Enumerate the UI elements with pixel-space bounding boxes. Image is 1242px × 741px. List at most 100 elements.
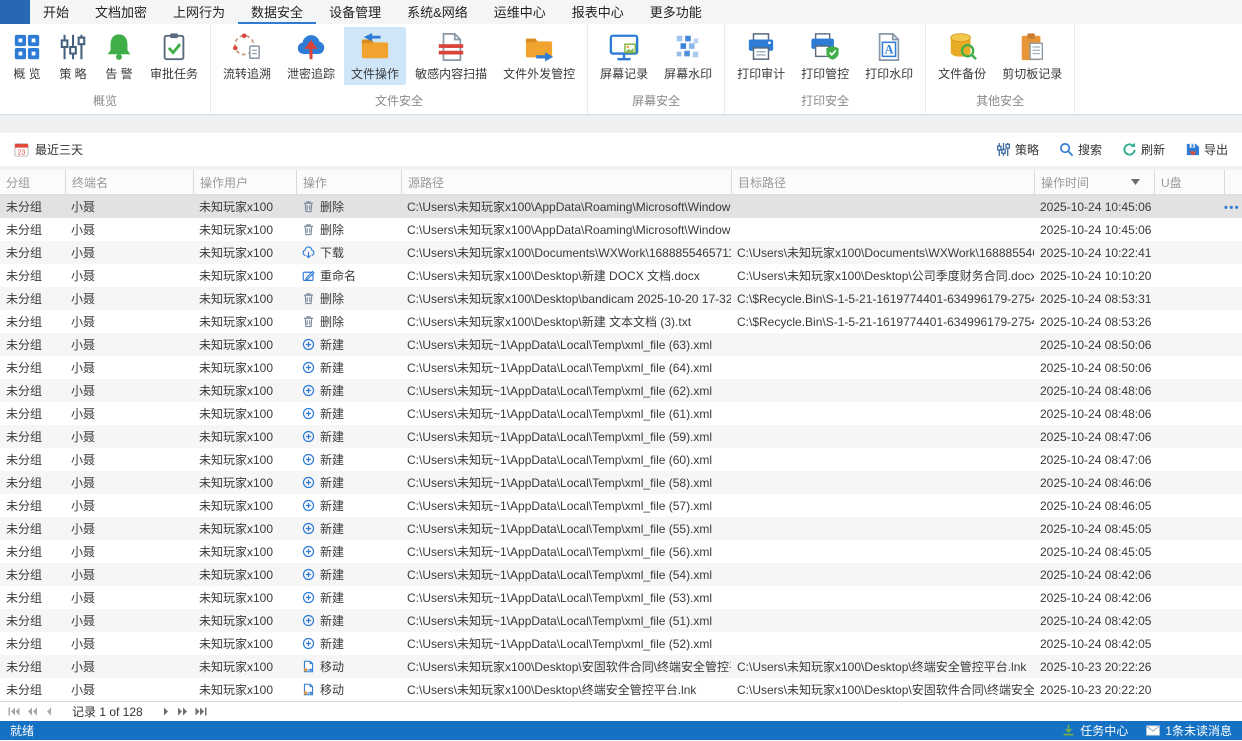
table-row[interactable]: 未分组小聂未知玩家x100新建C:\Users\未知玩~1\AppData\Lo… xyxy=(0,517,1242,540)
cell-more xyxy=(1224,540,1242,563)
cell-group: 未分组 xyxy=(0,655,65,678)
column-header-label: U盘 xyxy=(1161,174,1182,191)
toolbar-action-search[interactable]: 搜索 xyxy=(1059,141,1102,158)
ribbon-item-print-control[interactable]: 打印管控 xyxy=(794,27,856,85)
table-row[interactable]: 未分组小聂未知玩家x100新建C:\Users\未知玩~1\AppData\Lo… xyxy=(0,609,1242,632)
column-header-4[interactable]: 源路径 xyxy=(401,170,731,194)
unread-messages-button[interactable]: 1条未读消息 xyxy=(1146,722,1232,739)
menu-tab-4[interactable]: 设备管理 xyxy=(316,0,394,24)
cell-source-path: C:\Users\未知玩~1\AppData\Local\Temp\xml_fi… xyxy=(401,356,731,379)
file-operation-icon xyxy=(360,31,390,63)
table-row[interactable]: 未分组小聂未知玩家x100移动C:\Users\未知玩家x100\Desktop… xyxy=(0,678,1242,701)
date-filter[interactable]: 23 最近三天 xyxy=(14,141,83,158)
table-row[interactable]: 未分组小聂未知玩家x100新建C:\Users\未知玩~1\AppData\Lo… xyxy=(0,540,1242,563)
pager-next-page-icon[interactable] xyxy=(177,707,188,716)
ribbon-item-file-outgoing[interactable]: 文件外发管控 xyxy=(496,27,582,85)
table-row[interactable]: 未分组小聂未知玩家x100删除C:\Users\未知玩家x100\Desktop… xyxy=(0,310,1242,333)
pager-prev-page-icon[interactable] xyxy=(27,707,38,716)
menu-tab-8[interactable]: 更多功能 xyxy=(637,0,715,24)
pager-first-icon[interactable] xyxy=(8,707,20,716)
table-row[interactable]: 未分组小聂未知玩家x100新建C:\Users\未知玩~1\AppData\Lo… xyxy=(0,586,1242,609)
cell-source-path: C:\Users\未知玩家x100\Documents\WXWork\16888… xyxy=(401,241,731,264)
cell-more xyxy=(1224,241,1242,264)
ribbon-item-print-watermark[interactable]: A打印水印 xyxy=(858,27,920,85)
cell-operation-user: 未知玩家x100 xyxy=(193,471,296,494)
toolbar-action-export[interactable]: 导出 xyxy=(1185,141,1228,158)
cell-target-path xyxy=(731,356,1034,379)
ribbon-item-sensitive-scan[interactable]: 敏感内容扫描 xyxy=(408,27,494,85)
ribbon-item-policy-sliders[interactable]: 策 略 xyxy=(51,27,95,85)
pager-last-icon[interactable] xyxy=(195,707,207,716)
ribbon-item-clipboard-record[interactable]: 剪切板记录 xyxy=(995,27,1069,85)
ribbon-item-file-operation[interactable]: 文件操作 xyxy=(344,27,406,85)
ribbon-item-leak-trace[interactable]: 泄密追踪 xyxy=(280,27,342,85)
pager-next-icon[interactable] xyxy=(162,707,170,716)
operation-label: 新建 xyxy=(320,589,344,606)
ribbon-item-screen-watermark[interactable]: 屏幕水印 xyxy=(657,27,719,85)
cell-operation-time: 2025-10-24 10:45:06 xyxy=(1034,218,1154,241)
table-row[interactable]: 未分组小聂未知玩家x100新建C:\Users\未知玩~1\AppData\Lo… xyxy=(0,333,1242,356)
ribbon-item-print-audit[interactable]: 打印审计 xyxy=(730,27,792,85)
column-header-6[interactable]: 操作时间 xyxy=(1034,170,1154,194)
cell-terminal-name: 小聂 xyxy=(65,379,193,402)
cell-operation-time: 2025-10-24 08:45:05 xyxy=(1034,517,1154,540)
cell-operation-user: 未知玩家x100 xyxy=(193,678,296,701)
ribbon-item-alarm-bell[interactable]: 告 警 xyxy=(97,27,141,85)
cell-operation: 新建 xyxy=(296,586,401,609)
menu-tab-7[interactable]: 报表中心 xyxy=(559,0,637,24)
task-center-button[interactable]: 任务中心 xyxy=(1062,722,1128,739)
column-header-7[interactable]: U盘 xyxy=(1154,170,1224,194)
table-row[interactable]: 未分组小聂未知玩家x100删除C:\Users\未知玩家x100\AppData… xyxy=(0,218,1242,241)
table-row[interactable]: 未分组小聂未知玩家x100新建C:\Users\未知玩~1\AppData\Lo… xyxy=(0,379,1242,402)
menu-tab-2[interactable]: 上网行为 xyxy=(160,0,238,24)
ribbon-item-screen-record[interactable]: 屏幕记录 xyxy=(593,27,655,85)
menu-tab-0[interactable]: 开始 xyxy=(30,0,82,24)
column-header-5[interactable]: 目标路径 xyxy=(731,170,1034,194)
column-header-0[interactable]: 分组 xyxy=(0,170,65,194)
ribbon-group-items-2: 屏幕记录屏幕水印 xyxy=(592,24,720,91)
toolbar-action-refresh[interactable]: 刷新 xyxy=(1122,141,1165,158)
ribbon-item-label: 屏幕水印 xyxy=(664,65,712,82)
table-row[interactable]: 未分组小聂未知玩家x100新建C:\Users\未知玩~1\AppData\Lo… xyxy=(0,448,1242,471)
table-row[interactable]: 未分组小聂未知玩家x100删除C:\Users\未知玩家x100\Desktop… xyxy=(0,287,1242,310)
operation-label: 新建 xyxy=(320,566,344,583)
table-row[interactable]: 未分组小聂未知玩家x100新建C:\Users\未知玩~1\AppData\Lo… xyxy=(0,425,1242,448)
cell-target-path xyxy=(731,494,1034,517)
ribbon-item-file-backup[interactable]: 文件备份 xyxy=(931,27,993,85)
more-actions-button[interactable]: ••• xyxy=(1224,200,1240,214)
table-row[interactable]: 未分组小聂未知玩家x100新建C:\Users\未知玩~1\AppData\Lo… xyxy=(0,632,1242,655)
app-menu-button[interactable] xyxy=(0,0,30,24)
table-row[interactable]: 未分组小聂未知玩家x100新建C:\Users\未知玩~1\AppData\Lo… xyxy=(0,494,1242,517)
table-row[interactable]: 未分组小聂未知玩家x100新建C:\Users\未知玩~1\AppData\Lo… xyxy=(0,356,1242,379)
cell-source-path: C:\Users\未知玩~1\AppData\Local\Temp\xml_fi… xyxy=(401,540,731,563)
column-header-1[interactable]: 终端名 xyxy=(65,170,193,194)
screen-record-icon xyxy=(609,31,639,63)
column-header-8[interactable] xyxy=(1224,170,1242,194)
policy-small-icon xyxy=(996,142,1011,157)
pager-prev-icon[interactable] xyxy=(45,707,53,716)
table-row[interactable]: 未分组小聂未知玩家x100新建C:\Users\未知玩~1\AppData\Lo… xyxy=(0,402,1242,425)
cell-operation: 新建 xyxy=(296,517,401,540)
sort-desc-icon[interactable] xyxy=(1131,179,1140,185)
table-row[interactable]: 未分组小聂未知玩家x100删除C:\Users\未知玩家x100\AppData… xyxy=(0,195,1242,218)
operation-label: 重命名 xyxy=(320,267,356,284)
table-row[interactable]: 未分组小聂未知玩家x100新建C:\Users\未知玩~1\AppData\Lo… xyxy=(0,563,1242,586)
menu-tab-1[interactable]: 文档加密 xyxy=(82,0,160,24)
column-header-2[interactable]: 操作用户 xyxy=(193,170,296,194)
menu-tab-6[interactable]: 运维中心 xyxy=(481,0,559,24)
menu-tab-3[interactable]: 数据安全 xyxy=(238,0,316,24)
cell-operation-user: 未知玩家x100 xyxy=(193,609,296,632)
ribbon-item-approval-tasks[interactable]: 审批任务 xyxy=(143,27,205,85)
table-row[interactable]: 未分组小聂未知玩家x100下载C:\Users\未知玩家x100\Documen… xyxy=(0,241,1242,264)
table-row[interactable]: 未分组小聂未知玩家x100新建C:\Users\未知玩~1\AppData\Lo… xyxy=(0,471,1242,494)
ribbon-item-flow-trace[interactable]: 流转追溯 xyxy=(216,27,278,85)
ribbon-item-overview-grid[interactable]: 概 览 xyxy=(5,27,49,85)
column-header-3[interactable]: 操作 xyxy=(296,170,401,194)
new-icon xyxy=(302,384,315,397)
table-row[interactable]: 未分组小聂未知玩家x100移动C:\Users\未知玩家x100\Desktop… xyxy=(0,655,1242,678)
operation-label: 删除 xyxy=(320,290,344,307)
cell-operation: 新建 xyxy=(296,540,401,563)
table-row[interactable]: 未分组小聂未知玩家x100重命名C:\Users\未知玩家x100\Deskto… xyxy=(0,264,1242,287)
menu-tab-5[interactable]: 系统&网络 xyxy=(394,0,481,24)
toolbar-action-policy-small[interactable]: 策略 xyxy=(996,141,1039,158)
